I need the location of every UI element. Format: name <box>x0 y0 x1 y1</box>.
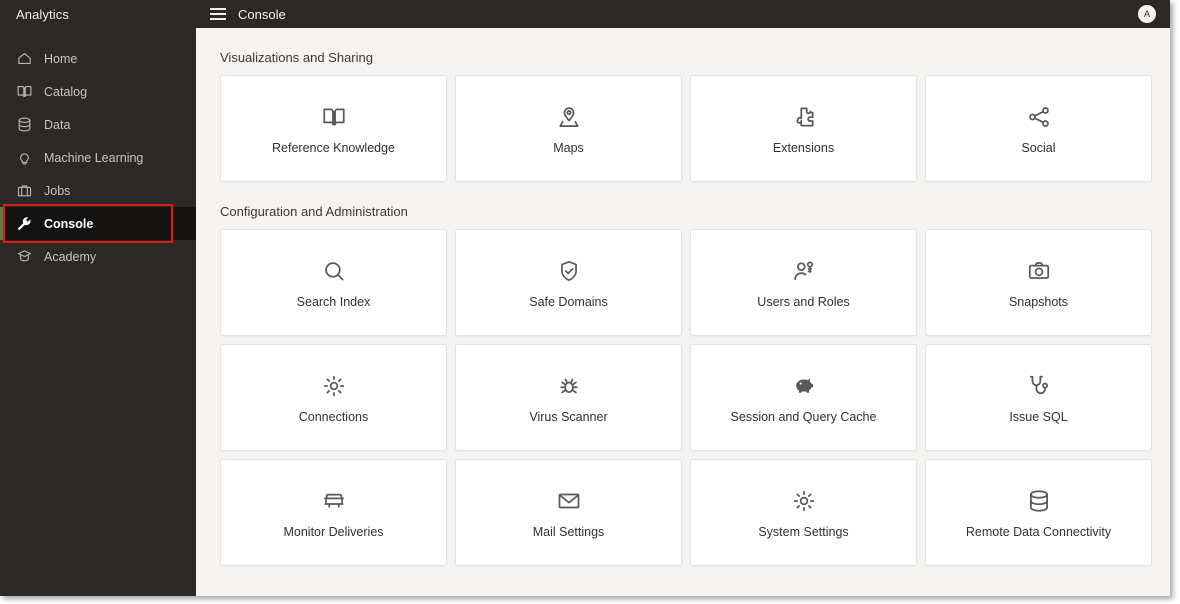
wrench-icon <box>16 215 38 233</box>
card-label: Extensions <box>772 140 835 155</box>
card-label: Session and Query Cache <box>730 409 877 424</box>
card-label: Snapshots <box>1008 294 1069 309</box>
piggy-bank-icon <box>791 371 817 401</box>
sidebar-item-academy[interactable]: Academy <box>0 240 196 273</box>
card-label: Safe Domains <box>529 294 608 309</box>
sidebar-item-label: Catalog <box>44 84 88 99</box>
book-open-icon <box>321 102 347 132</box>
sidebar-item-console[interactable]: Console <box>0 207 196 240</box>
card-session-and-query-cache[interactable]: Session and Query Cache <box>690 344 917 451</box>
lightbulb-icon <box>16 149 38 167</box>
camera-icon <box>1026 256 1052 286</box>
stethoscope-icon <box>1026 371 1052 401</box>
card-label: Social <box>1021 140 1056 155</box>
card-label: Reference Knowledge <box>272 140 395 155</box>
section-title: Visualizations and Sharing <box>220 50 373 65</box>
card-label: Monitor Deliveries <box>283 524 384 539</box>
database-icon <box>1026 486 1052 516</box>
card-connections[interactable]: Connections <box>220 344 447 451</box>
user-key-icon <box>791 256 817 286</box>
card-monitor-deliveries[interactable]: Monitor Deliveries <box>220 459 447 566</box>
sidebar-item-label: Home <box>44 51 78 66</box>
hamburger-icon[interactable] <box>210 8 226 20</box>
card-social[interactable]: Social <box>925 75 1152 182</box>
gear-icon <box>321 371 347 401</box>
sidebar-item-data[interactable]: Data <box>0 108 196 141</box>
console-content: Visualizations and Sharing Reference Know… <box>196 28 1170 596</box>
book-open-icon <box>16 83 38 101</box>
card-search-index[interactable]: Search Index <box>220 229 447 336</box>
graduation-cap-icon <box>16 248 38 266</box>
card-users-and-roles[interactable]: Users and Roles <box>690 229 917 336</box>
page-title: Console <box>238 6 286 22</box>
sidebar-item-label: Academy <box>44 249 97 264</box>
card-label: Connections <box>298 409 369 424</box>
card-label: Virus Scanner <box>529 409 608 424</box>
section-configuration-and-administration: Configuration and Administration Search I… <box>220 204 1170 566</box>
section-visualizations-and-sharing: Visualizations and Sharing Reference Know… <box>220 50 1170 182</box>
right-gutter <box>1170 0 1180 604</box>
card-label: Maps <box>553 140 584 155</box>
card-virus-scanner[interactable]: Virus Scanner <box>455 344 682 451</box>
delivery-truck-icon <box>321 486 347 516</box>
home-icon <box>16 50 38 68</box>
card-reference-knowledge[interactable]: Reference Knowledge <box>220 75 447 182</box>
sidebar-item-label: Console <box>44 216 94 231</box>
card-snapshots[interactable]: Snapshots <box>925 229 1152 336</box>
briefcase-icon <box>16 182 38 200</box>
bug-icon <box>556 371 582 401</box>
sidebar-item-catalog[interactable]: Catalog <box>0 75 196 108</box>
topbar: Console A <box>196 0 1170 28</box>
card-label: Remote Data Connectivity <box>965 524 1112 539</box>
card-mail-settings[interactable]: Mail Settings <box>455 459 682 566</box>
database-icon <box>16 116 38 134</box>
card-grid: Search Index Safe Domains Users and Roles S… <box>220 229 1170 566</box>
section-title: Configuration and Administration <box>220 204 408 219</box>
map-pin-icon <box>556 102 582 132</box>
bottom-gutter <box>0 596 1180 604</box>
sidebar-item-home[interactable]: Home <box>0 42 196 75</box>
console-page: Analytics Home Catalog Data Machine Learnin… <box>0 0 1180 604</box>
sidebar-item-label: Machine Learning <box>44 150 144 165</box>
envelope-icon <box>556 486 582 516</box>
brand-title: Analytics <box>16 6 69 22</box>
sidebar-item-machine-learning[interactable]: Machine Learning <box>0 141 196 174</box>
card-system-settings[interactable]: System Settings <box>690 459 917 566</box>
avatar[interactable]: A <box>1138 5 1156 23</box>
card-label: System Settings <box>758 524 849 539</box>
card-label: Search Index <box>296 294 371 309</box>
card-label: Users and Roles <box>757 294 850 309</box>
card-label: Issue SQL <box>1009 409 1068 424</box>
magnifier-icon <box>321 256 347 286</box>
card-maps[interactable]: Maps <box>455 75 682 182</box>
sidebar-item-label: Data <box>44 117 71 132</box>
sidebar-item-jobs[interactable]: Jobs <box>0 174 196 207</box>
card-remote-data-connectivity[interactable]: Remote Data Connectivity <box>925 459 1152 566</box>
shield-check-icon <box>556 256 582 286</box>
share-nodes-icon <box>1026 102 1052 132</box>
card-label: Mail Settings <box>532 524 605 539</box>
sidebar: Analytics Home Catalog Data Machine Learnin… <box>0 0 196 596</box>
sidebar-item-label: Jobs <box>44 183 71 198</box>
sidebar-nav: Home Catalog Data Machine Learning Jobs Conso… <box>0 28 196 273</box>
gear-icon <box>791 486 817 516</box>
card-safe-domains[interactable]: Safe Domains <box>455 229 682 336</box>
card-grid: Reference Knowledge Maps Extensions Social <box>220 75 1170 182</box>
card-extensions[interactable]: Extensions <box>690 75 917 182</box>
card-issue-sql[interactable]: Issue SQL <box>925 344 1152 451</box>
puzzle-piece-icon <box>791 102 817 132</box>
